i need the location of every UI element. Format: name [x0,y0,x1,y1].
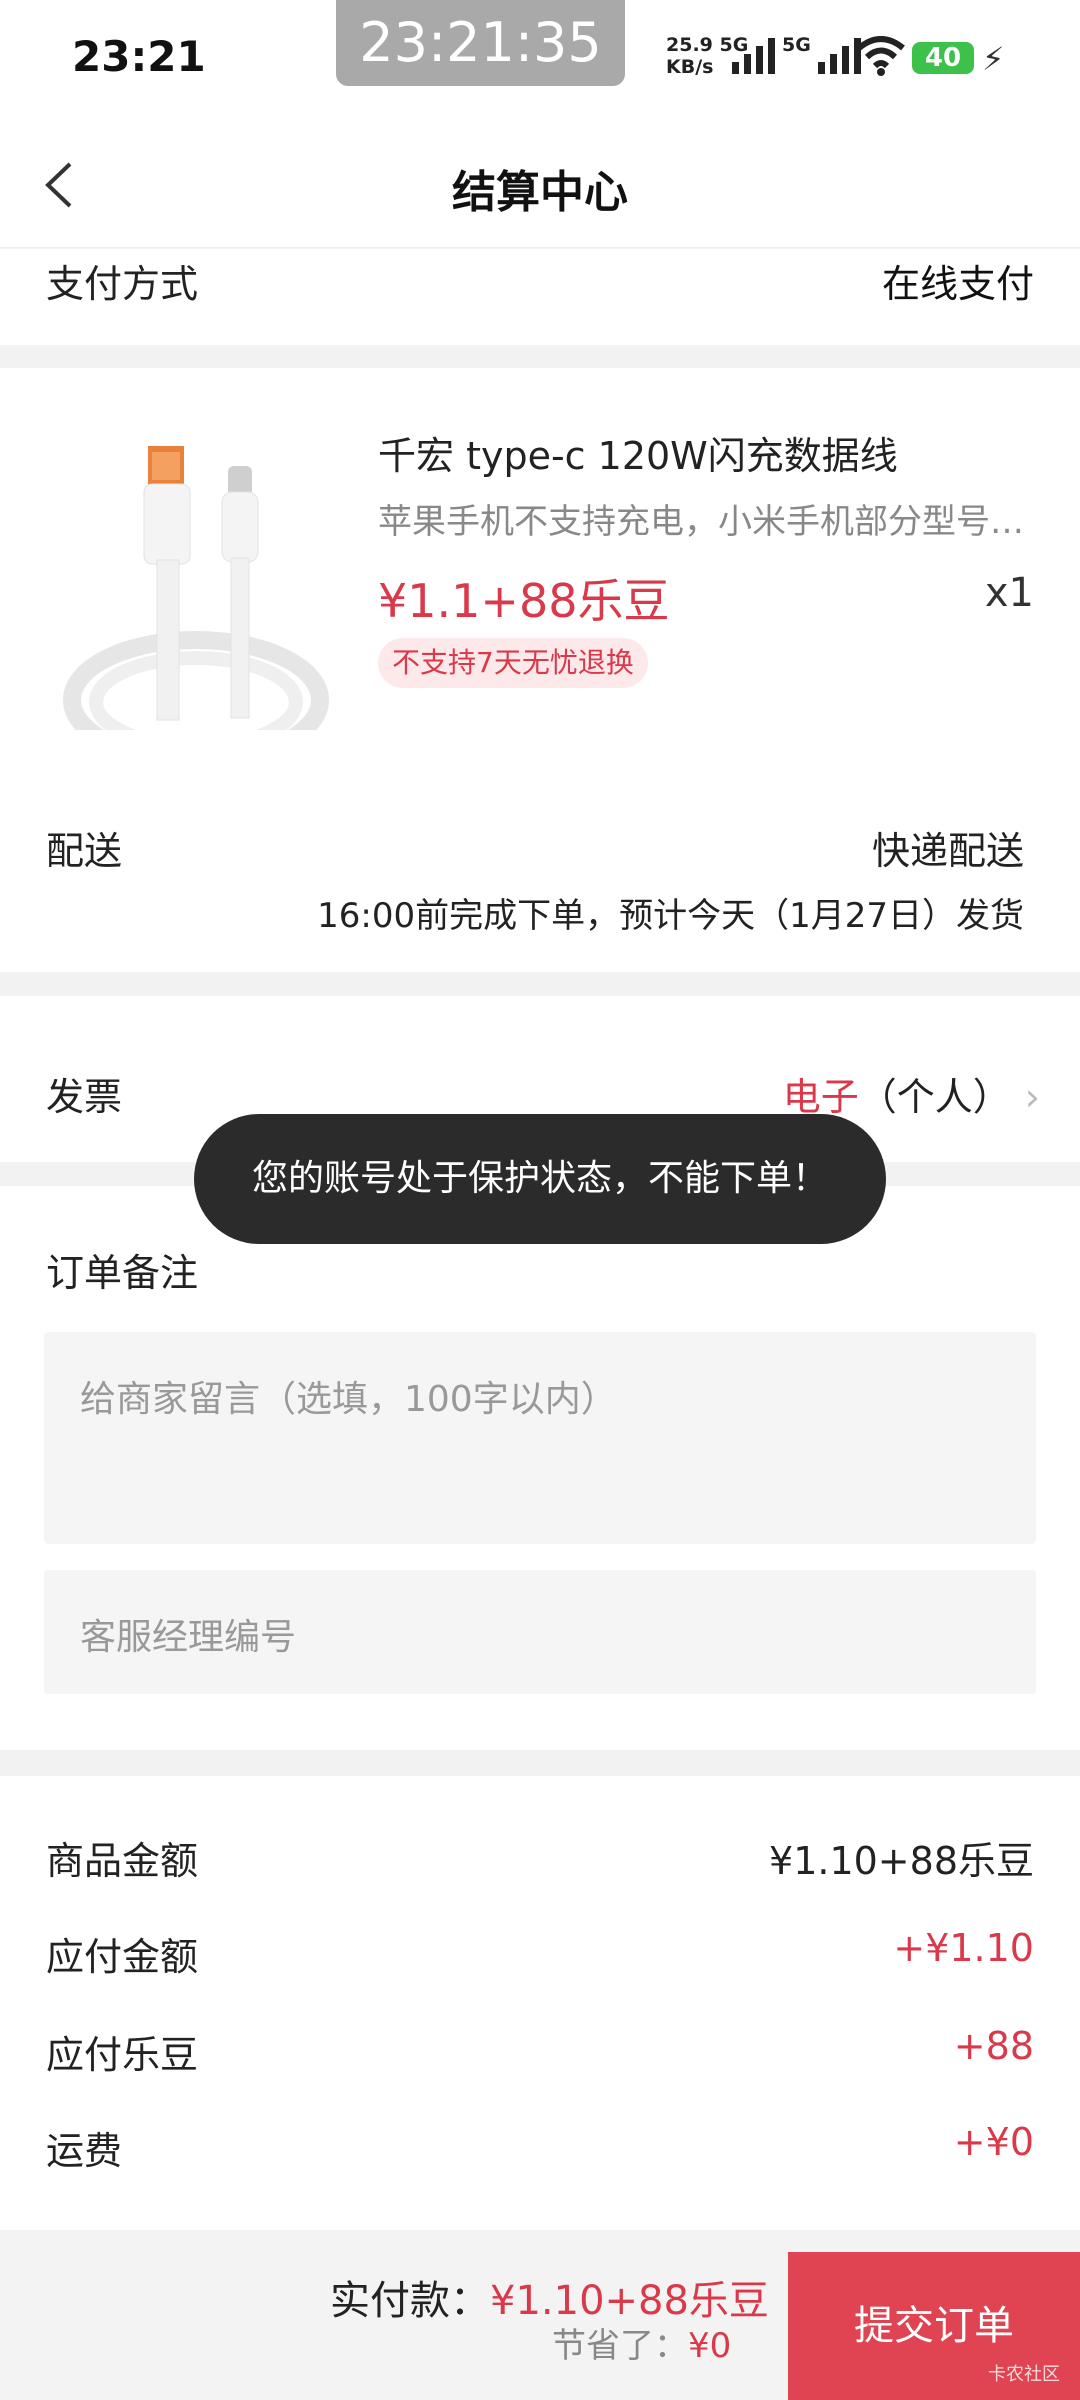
payable-beans-label: 应付乐豆 [46,2033,199,2077]
payment-method-row[interactable]: 支付方式 在线支付 [0,249,1080,345]
toast-message: 您的账号处于保护状态，不能下单！ [194,1114,886,1244]
invoice-value: 电子（个人） › [783,1066,1040,1121]
payable-beans-value: +88 [953,2024,1034,2068]
net-speed-value: 25.9 [666,34,713,56]
invoice-label: 发票 [46,1075,123,1119]
wifi-icon [857,36,905,76]
payable-amount-value: +¥1.10 [893,1926,1034,1970]
invoice-holder: （个人） [858,1075,1011,1119]
saved-value: ¥0 [688,2326,732,2366]
delivery-label: 配送 [46,829,123,873]
goods-amount-value: ¥1.10+88乐豆 [769,1839,1034,1883]
signal-icon: 5G [782,34,861,74]
product-quantity: x1 [984,570,1034,616]
status-time: 23:21 [72,32,206,81]
chevron-right-icon: › [1024,1075,1040,1119]
payable-amount-label: 应付金额 [46,1935,199,1979]
remark-label: 订单备注 [46,1251,199,1295]
sim2-tag: 5G [782,34,811,56]
remark-input[interactable]: 给商家留言（选填，100字以内） [44,1332,1036,1544]
battery-indicator: 40 [912,42,974,74]
saved-amount: 节省了：¥0 [552,2318,731,2367]
nav-bar: 结算中心 [0,120,1080,248]
product-name[interactable]: 千宏 type-c 120W闪充数据线 [378,425,898,480]
goods-amount-label: 商品金额 [46,1839,199,1883]
status-bar: 23:21 23:21:35 25.9 5G KB/s 5G 40 ⚡ [0,0,1080,120]
actual-payment-label: 实付款： [330,2278,490,2324]
payment-method-value: 在线支付 [881,262,1034,306]
manager-id-input[interactable]: 客服经理编号 [44,1570,1036,1694]
freight-label: 运费 [46,2129,123,2173]
product-price: ¥1.1+88乐豆 [378,574,670,628]
payment-method-label: 支付方式 [46,262,199,306]
freight-value: +¥0 [953,2120,1034,2164]
invoice-type: 电子 [782,1075,859,1119]
return-policy-badge: 不支持7天无忧退换 [378,638,648,688]
delivery-value[interactable]: 快递配送 [872,820,1024,875]
signal-icon [732,34,775,74]
delivery-note: 16:00前完成下单，预计今天（1月27日）发货 [317,896,1024,936]
saved-label: 节省了： [552,2326,688,2366]
price-summary: 商品金额 ¥1.10+88乐豆 应付金额 +¥1.10 应付乐豆 +88 运费 … [0,1776,1080,2230]
watermark: 卡农社区 [988,2364,1060,2385]
bolt-icon: ⚡ [982,40,1005,78]
page-title: 结算中心 [452,167,628,218]
clock-overlay: 23:21:35 [336,0,625,86]
product-image [56,430,336,730]
product-description: 苹果手机不支持充电，小米手机部分型号… [378,502,1024,542]
